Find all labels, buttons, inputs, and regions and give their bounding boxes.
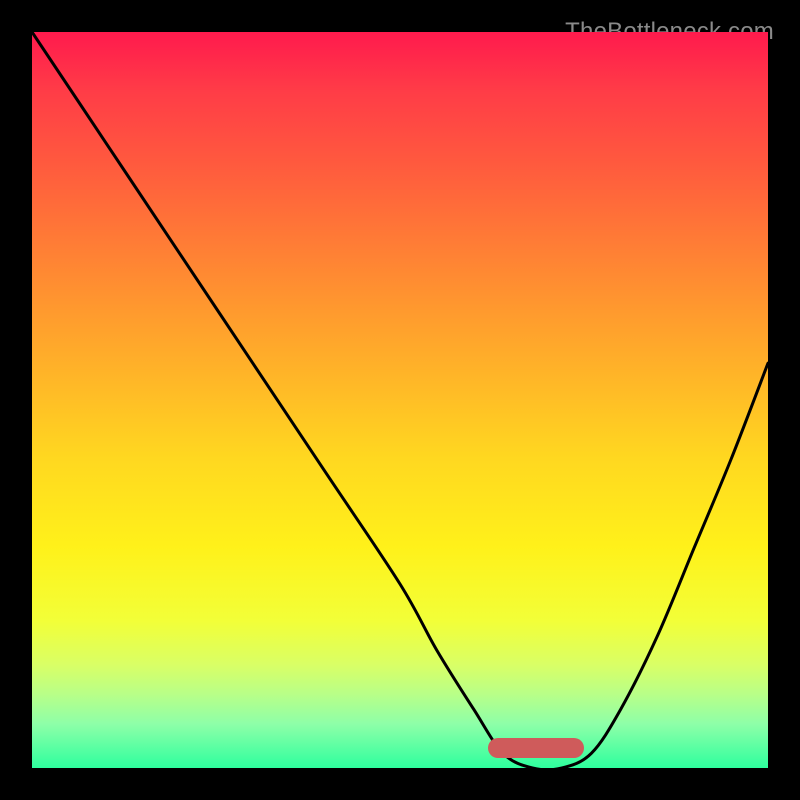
plot-area (32, 32, 768, 768)
bottleneck-curve (32, 32, 768, 768)
chart-frame: TheBottleneck.com (16, 16, 784, 784)
optimal-range-marker (488, 738, 584, 758)
